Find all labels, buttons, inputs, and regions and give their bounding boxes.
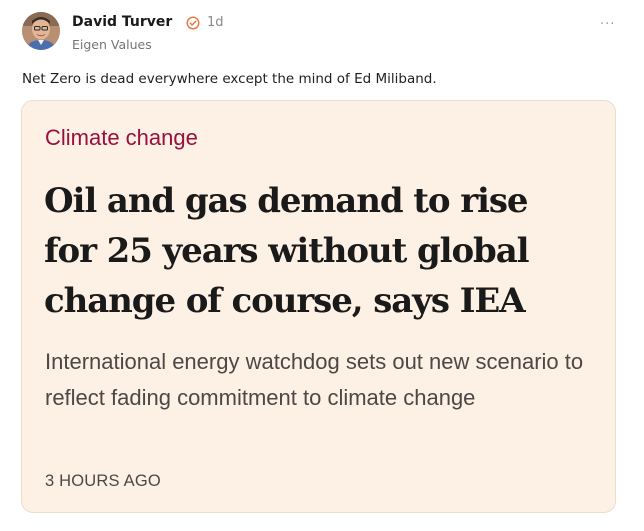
post-text: Net Zero is dead everywhere except the m…: [22, 71, 437, 87]
publication-name[interactable]: Eigen Values: [72, 37, 152, 52]
post-timestamp[interactable]: 1d: [207, 15, 224, 30]
avatar[interactable]: [22, 12, 60, 50]
author-photo-icon: [22, 12, 60, 50]
more-options-icon[interactable]: ···: [600, 18, 622, 34]
author-name[interactable]: David Turver: [72, 14, 172, 30]
card-headline: Oil and gas demand to rise for 25 years …: [44, 181, 530, 321]
link-preview-card[interactable]: Climate change Oil and gas demand to ris…: [21, 100, 616, 513]
card-standfirst: International energy watchdog sets out n…: [45, 349, 584, 410]
card-section-label: Climate change: [45, 125, 198, 150]
card-timestamp: 3 HOURS AGO: [45, 472, 161, 490]
post-header: David Turver 1d Eigen Values ···: [22, 12, 622, 56]
verified-badge-icon: [186, 15, 200, 30]
